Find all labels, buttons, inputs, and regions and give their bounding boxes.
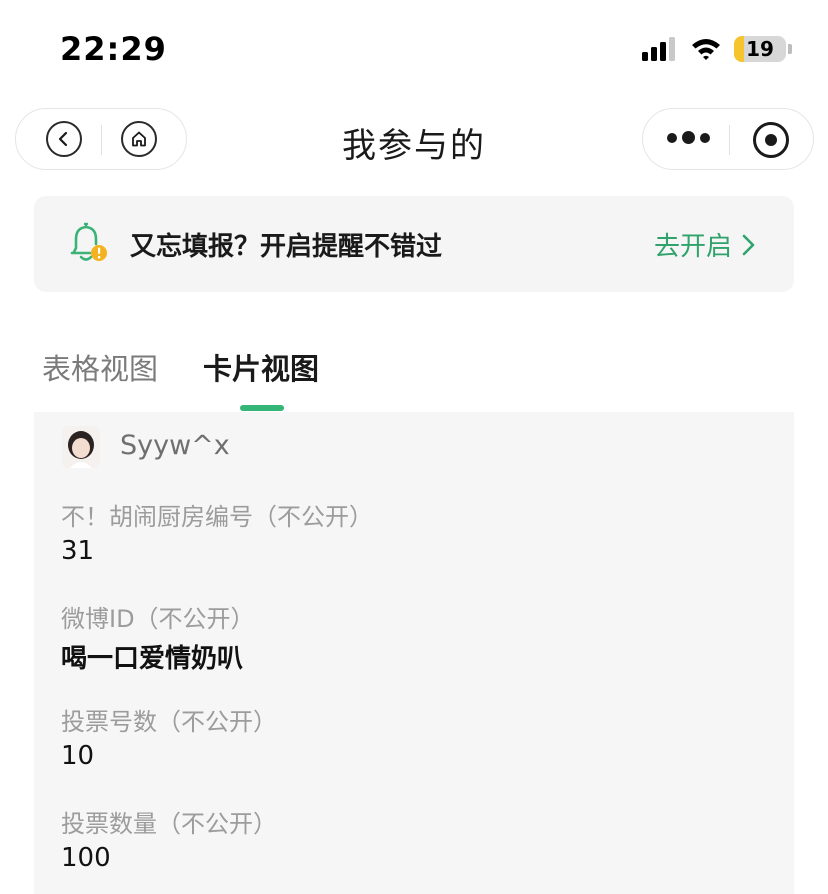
tab-table-view[interactable]: 表格视图 [42,346,158,388]
battery-fill [734,36,744,62]
field-value-weibo-id: 喝一口爱情奶叭 [61,644,244,674]
battery-level: 19 [746,37,774,61]
nav-right-capsule [642,108,814,170]
active-tab-indicator [240,405,284,411]
battery-icon: 19 [734,36,792,62]
reminder-banner[interactable]: 又忘填报？开启提醒不错过 去开启 [34,196,794,292]
status-time: 22:29 [60,30,167,68]
nav-divider [729,125,730,155]
battery-body: 19 [734,36,786,62]
field-label-vote-count: 投票数量（不公开） [61,810,277,838]
reminder-text: 又忘填报？开启提醒不错过 [130,232,443,262]
close-miniprogram-icon[interactable] [753,122,789,158]
more-dots-icon[interactable] [667,131,710,144]
chevron-right-icon [742,234,755,255]
field-label-kitchen-number: 不！胡闹厨房编号（不公开） [61,503,373,531]
battery-tip [788,44,792,54]
avatar [62,426,100,468]
field-value-vote-number: 10 [61,741,95,771]
bell-warning-icon [70,222,107,261]
wifi-icon [692,39,720,60]
enable-reminder-label: 去开启 [653,232,732,262]
field-label-vote-number: 投票号数（不公开） [61,708,277,736]
field-value-vote-count: 100 [61,843,111,873]
cellular-signal-icon [642,37,675,61]
submission-card[interactable]: Syyw^x 不！胡闹厨房编号（不公开） 31 微博ID（不公开） 喝一口爱情奶… [34,412,794,894]
tab-card-view[interactable]: 卡片视图 [203,346,319,388]
status-icons: 19 [642,36,792,62]
field-value-kitchen-number: 31 [61,536,95,566]
enable-reminder-button[interactable]: 去开启 [654,226,756,263]
user-name: Syyw^x [120,430,230,461]
field-label-weibo-id: 微博ID（不公开） [61,605,255,633]
status-bar: 22:29 19 [0,0,828,100]
